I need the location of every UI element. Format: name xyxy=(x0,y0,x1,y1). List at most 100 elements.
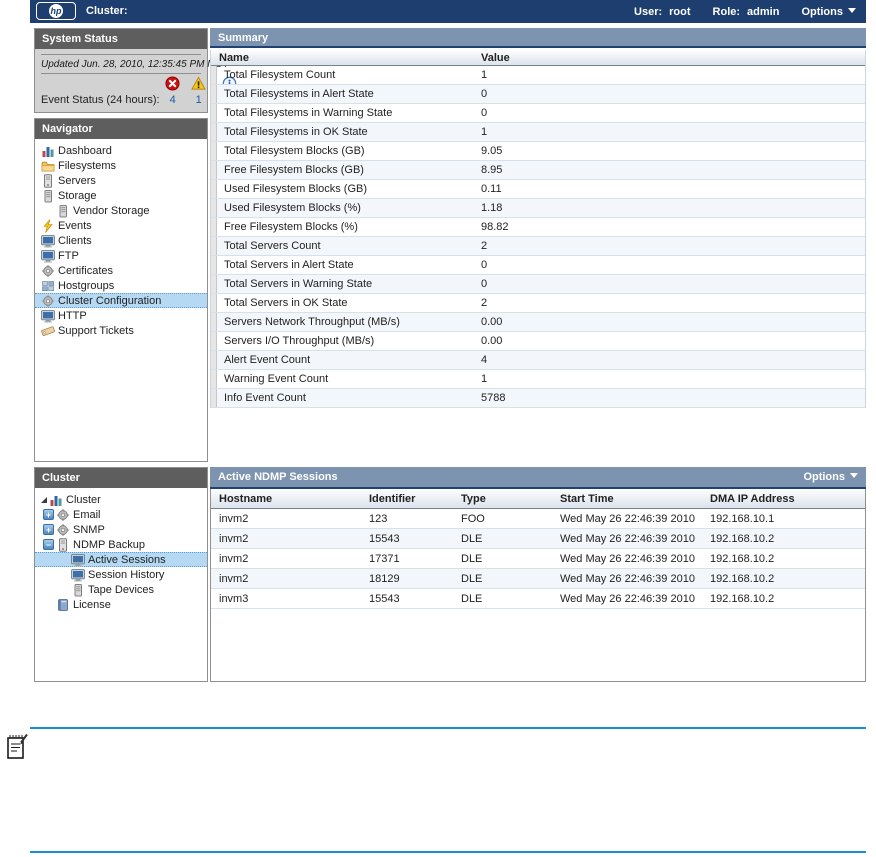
ndmp-options-button[interactable]: Options xyxy=(803,467,858,487)
navigator-panel: Navigator Dashboard Filesystems Servers Sto… xyxy=(34,118,208,462)
gear-icon xyxy=(41,294,55,308)
ndmp-sessions-panel: Active NDMP Sessions Options Hostname Ide… xyxy=(210,467,866,682)
table-row[interactable]: invm3 15543 DLE Wed May 26 22:46:39 2010 192… xyxy=(211,589,865,609)
grid-icon xyxy=(41,279,55,293)
table-row: Warning Event Count 1 xyxy=(211,370,865,389)
summary-row-value: 1 xyxy=(481,373,488,385)
user-value: root xyxy=(669,5,691,18)
sidebar-item-certificates[interactable]: Certificates xyxy=(35,263,207,278)
sidebar-item-label: FTP xyxy=(58,249,79,262)
ndmp-cell-hostname: invm3 xyxy=(219,592,249,605)
sidebar-item-dashboard[interactable]: Dashboard xyxy=(35,143,207,158)
summary-row-name: Total Filesystem Count xyxy=(224,69,336,81)
sidebar-item-label: Vendor Storage xyxy=(73,204,150,217)
table-row: Total Filesystems in Warning State 0 xyxy=(211,104,865,123)
ndmp-cell-start-time: Wed May 26 22:46:39 2010 xyxy=(560,592,695,605)
ndmp-cell-dma-ip-address: 192.168.10.2 xyxy=(710,572,775,585)
summary-column-value[interactable]: Value xyxy=(481,52,510,64)
summary-panel-header: Summary xyxy=(210,28,866,48)
table-row: Alert Event Count 4 xyxy=(211,351,865,370)
table-row: Total Filesystem Blocks (GB) 9.05 xyxy=(211,142,865,161)
summary-row-value: 0.00 xyxy=(481,316,503,328)
top-bar: hp Cluster: User: root Role: admin Optio… xyxy=(30,0,866,23)
sidebar-item-label: Certificates xyxy=(58,264,114,277)
ndmp-cell-hostname: invm2 xyxy=(219,552,249,565)
expand-arrow-icon[interactable] xyxy=(39,495,49,505)
summary-row-value: 5788 xyxy=(481,392,506,404)
monitor-icon xyxy=(71,568,85,582)
ndmp-column-dma-ip-address[interactable]: DMA IP Address xyxy=(710,493,865,505)
ndmp-column-type[interactable]: Type xyxy=(461,493,560,505)
note-icon xyxy=(6,733,29,764)
alert-count-link[interactable]: 4 xyxy=(160,94,186,106)
collapse-minus-icon[interactable]: − xyxy=(43,539,54,550)
ndmp-cell-type: DLE xyxy=(461,552,483,565)
sidebar-item-hostgroups[interactable]: Hostgroups xyxy=(35,278,207,293)
table-row[interactable]: invm2 18129 DLE Wed May 26 22:46:39 2010 192… xyxy=(211,569,865,589)
sidebar-item-events[interactable]: Events xyxy=(35,218,207,233)
sidebar-item-label: Clients xyxy=(58,234,92,247)
ndmp-panel-header: Active NDMP Sessions Options xyxy=(210,467,866,489)
sidebar-item-support-tickets[interactable]: Support Tickets xyxy=(35,323,207,338)
summary-column-name[interactable]: Name xyxy=(219,52,481,64)
summary-row-name: Free Filesystem Blocks (%) xyxy=(224,221,358,233)
sidebar-item-label: Cluster Configuration xyxy=(58,294,162,307)
hp-logo-text: hp xyxy=(49,4,63,18)
sidebar-item-storage[interactable]: Storage xyxy=(35,188,207,203)
ndmp-cell-type: DLE xyxy=(461,532,483,545)
table-row[interactable]: invm2 17371 DLE Wed May 26 22:46:39 2010 192… xyxy=(211,549,865,569)
table-row: Total Servers in Alert State 0 xyxy=(211,256,865,275)
ndmp-column-hostname[interactable]: Hostname xyxy=(219,493,369,505)
sidebar-item-clients[interactable]: Clients xyxy=(35,233,207,248)
ndmp-column-identifier[interactable]: Identifier xyxy=(369,493,461,505)
tree-item-cluster[interactable]: Cluster xyxy=(35,492,207,507)
tree-item-email[interactable]: + Email xyxy=(35,507,207,522)
summary-row-name: Used Filesystem Blocks (GB) xyxy=(224,183,368,195)
expand-plus-icon[interactable]: + xyxy=(43,509,54,520)
summary-row-value: 1 xyxy=(481,69,488,81)
ndmp-cell-identifier: 17371 xyxy=(369,552,400,565)
sidebar-item-vendor-storage[interactable]: Vendor Storage xyxy=(35,203,207,218)
tree-item-license[interactable]: License xyxy=(35,597,207,612)
divider xyxy=(41,54,201,55)
warning-count-link[interactable]: 1 xyxy=(186,94,212,106)
table-row: Used Filesystem Blocks (GB) 0.11 xyxy=(211,180,865,199)
chart-icon xyxy=(41,144,55,158)
sidebar-item-filesystems[interactable]: Filesystems xyxy=(35,158,207,173)
sidebar-item-label: Dashboard xyxy=(58,144,112,157)
tree-item-label: NDMP Backup xyxy=(73,538,145,551)
table-row: Total Servers Count 2 xyxy=(211,237,865,256)
tree-item-snmp[interactable]: + SNMP xyxy=(35,522,207,537)
hp-logo-icon: hp xyxy=(36,2,76,20)
sidebar-item-ftp[interactable]: FTP xyxy=(35,248,207,263)
summary-row-value: 1 xyxy=(481,126,488,138)
ndmp-cell-identifier: 15543 xyxy=(369,532,400,545)
system-status-body: Updated Jun. 28, 2010, 12:35:45 PM MDT E… xyxy=(35,49,242,112)
expand-plus-icon[interactable]: + xyxy=(43,524,54,535)
summary-row-name: Total Filesystems in OK State xyxy=(224,126,368,138)
table-row[interactable]: invm2 15543 DLE Wed May 26 22:46:39 2010 192… xyxy=(211,529,865,549)
summary-row-name: Total Filesystems in Warning State xyxy=(224,107,393,119)
sidebar-item-servers[interactable]: Servers xyxy=(35,173,207,188)
folder-icon xyxy=(41,159,55,173)
book-icon xyxy=(56,598,70,612)
summary-row-value: 2 xyxy=(481,240,488,252)
warning-icon xyxy=(186,76,212,94)
summary-table: Name Value Total Filesystem Count 1 Total … xyxy=(210,50,866,408)
tree-item-ndmp-backup[interactable]: − NDMP Backup xyxy=(35,537,207,552)
ndmp-cell-start-time: Wed May 26 22:46:39 2010 xyxy=(560,552,695,565)
table-row: Total Filesystem Count 1 xyxy=(211,66,865,85)
summary-row-value: 2 xyxy=(481,297,488,309)
chevron-down-icon xyxy=(848,7,856,13)
chart-icon xyxy=(49,493,63,507)
table-row[interactable]: invm2 123 FOO Wed May 26 22:46:39 2010 192.1… xyxy=(211,509,865,529)
ndmp-cell-identifier: 123 xyxy=(369,512,388,525)
tree-item-tape-devices[interactable]: Tape Devices xyxy=(35,582,207,597)
tree-item-session-history[interactable]: Session History xyxy=(35,567,207,582)
ndmp-column-start-time[interactable]: Start Time xyxy=(560,493,710,505)
sidebar-item-cluster-configuration[interactable]: Cluster Configuration xyxy=(35,293,207,308)
cluster-tree-panel: Cluster Cluster + Email + SNMP − NDMP Backup Ac… xyxy=(34,467,208,682)
topbar-options-button[interactable]: Options xyxy=(801,6,856,18)
tree-item-active-sessions[interactable]: Active Sessions xyxy=(35,552,207,567)
sidebar-item-http[interactable]: HTTP xyxy=(35,308,207,323)
